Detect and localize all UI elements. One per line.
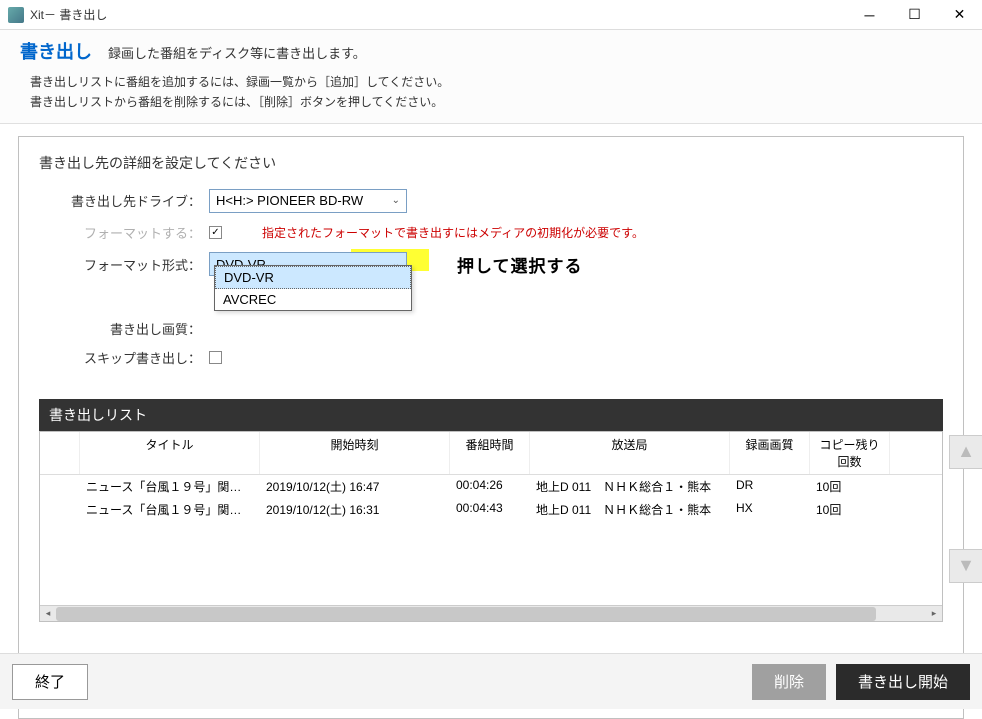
- format-warning: 指定されたフォーマットで書き出すにはメディアの初期化が必要です。: [262, 224, 644, 241]
- cell-station: 地上D 011 ＮＨＫ総合１・熊本: [530, 475, 730, 498]
- chevron-down-icon: ⌄: [392, 195, 400, 206]
- cell-start: 2019/10/12(土) 16:31: [260, 498, 450, 521]
- cell-title: ニュース「台風１９号」関…: [80, 475, 260, 498]
- header-section: 書き出し 録画した番組をディスク等に書き出します。 書き出しリストに番組を追加す…: [0, 30, 982, 124]
- window-titlebar: Xit－ 書き出し ─ ☐ ✕: [0, 0, 982, 30]
- table-row[interactable]: ニュース「台風１９号」関… 2019/10/12(土) 16:47 00:04:…: [40, 475, 942, 498]
- col-title[interactable]: タイトル: [80, 432, 260, 474]
- cell-duration: 00:04:26: [450, 475, 530, 498]
- delete-button[interactable]: 削除: [752, 664, 826, 700]
- drive-select-value: H<H:> PIONEER BD-RW: [216, 193, 363, 208]
- table-header: タイトル 開始時刻 番組時間 放送局 録画画質 コピー残り回数: [40, 432, 942, 475]
- annotation-text: 押して選択する: [457, 252, 583, 277]
- maximize-button[interactable]: ☐: [892, 0, 937, 30]
- format-option-dvd-vr[interactable]: DVD-VR: [215, 266, 411, 289]
- cell-copies: 10回: [810, 475, 890, 498]
- panel-heading: 書き出し先の詳細を設定してください: [39, 153, 943, 173]
- cell-quality: DR: [730, 475, 810, 498]
- col-station[interactable]: 放送局: [530, 432, 730, 474]
- cell-title: ニュース「台風１９号」関…: [80, 498, 260, 521]
- scroll-left-icon[interactable]: ◂: [40, 606, 56, 622]
- export-list-title: 書き出しリスト: [39, 399, 943, 431]
- scroll-right-icon[interactable]: ▸: [926, 606, 942, 622]
- skip-label: スキップ書き出し：: [39, 348, 209, 367]
- skip-checkbox[interactable]: [209, 351, 222, 364]
- cell-quality: HX: [730, 498, 810, 521]
- main-panel: 書き出し先の詳細を設定してください 書き出し先ドライブ： H<H:> PIONE…: [18, 136, 964, 719]
- col-start[interactable]: 開始時刻: [260, 432, 450, 474]
- exit-button[interactable]: 終了: [12, 664, 88, 700]
- export-list-section: 書き出しリスト タイトル 開始時刻 番組時間 放送局 録画画質 コピー残り回数 …: [39, 399, 943, 622]
- minimize-button[interactable]: ─: [847, 0, 892, 30]
- cell-start: 2019/10/12(土) 16:47: [260, 475, 450, 498]
- format-option-avcrec[interactable]: AVCREC: [215, 289, 411, 310]
- format-checkbox[interactable]: ✓: [209, 226, 222, 239]
- cell-duration: 00:04:43: [450, 498, 530, 521]
- cell-station: 地上D 011 ＮＨＫ総合１・熊本: [530, 498, 730, 521]
- drive-select[interactable]: H<H:> PIONEER BD-RW ⌄: [209, 189, 407, 213]
- instruction-line-1: 書き出しリストに番組を追加するには、録画一覧から［追加］してください。: [30, 72, 962, 92]
- page-subtitle: 録画した番組をディスク等に書き出します。: [108, 43, 366, 62]
- col-quality[interactable]: 録画画質: [730, 432, 810, 474]
- instruction-line-2: 書き出しリストから番組を削除するには、［削除］ボタンを押してください。: [30, 92, 962, 112]
- format-type-label: フォーマット形式：: [39, 255, 209, 274]
- close-button[interactable]: ✕: [937, 0, 982, 30]
- col-blank: [40, 432, 80, 474]
- start-export-button[interactable]: 書き出し開始: [836, 664, 970, 700]
- cell-copies: 10回: [810, 498, 890, 521]
- format-type-dropdown: DVD-VR AVCREC: [214, 265, 412, 311]
- horizontal-scrollbar[interactable]: ◂ ▸: [40, 605, 942, 621]
- col-duration[interactable]: 番組時間: [450, 432, 530, 474]
- format-checkbox-label: フォーマットする：: [39, 223, 209, 242]
- quality-label: 書き出し画質：: [39, 319, 209, 338]
- page-title: 書き出し: [20, 38, 92, 64]
- drive-label: 書き出し先ドライブ：: [39, 191, 209, 210]
- move-up-button[interactable]: ▲: [949, 435, 982, 469]
- move-down-button[interactable]: ▼: [949, 549, 982, 583]
- app-icon: [8, 7, 24, 23]
- scrollbar-thumb[interactable]: [56, 607, 876, 621]
- bottom-bar: 終了 削除 書き出し開始: [0, 653, 982, 709]
- table-row[interactable]: ニュース「台風１９号」関… 2019/10/12(土) 16:31 00:04:…: [40, 498, 942, 521]
- col-copies[interactable]: コピー残り回数: [810, 432, 890, 474]
- window-title: Xit－ 書き出し: [30, 6, 847, 23]
